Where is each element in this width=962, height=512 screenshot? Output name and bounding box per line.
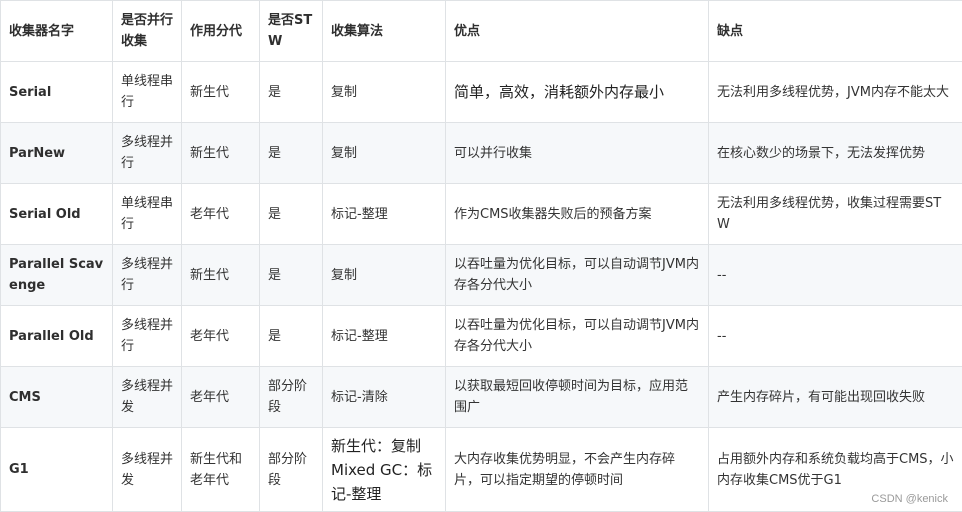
cell-name: Parallel Scavenge: [1, 245, 113, 306]
watermark: CSDN @kenick: [871, 493, 948, 505]
cell-parallel: 单线程串行: [113, 62, 182, 123]
cell-algorithm: 复制: [323, 245, 446, 306]
header-stw: 是否STW: [260, 1, 323, 62]
cell-cons: 无法利用多线程优势，收集过程需要STW: [709, 184, 962, 245]
header-cons: 缺点: [709, 1, 962, 62]
cell-algorithm: 标记-清除: [323, 367, 446, 428]
cell-pros: 以吞吐量为优化目标，可以自动调节JVM内存各分代大小: [446, 306, 709, 367]
cell-algorithm: 标记-整理: [323, 184, 446, 245]
table-row: Parallel Scavenge 多线程并行 新生代 是 复制 以吞吐量为优化…: [1, 245, 962, 306]
cell-pros: 作为CMS收集器失败后的预备方案: [446, 184, 709, 245]
cell-cons: 产生内存碎片，有可能出现回收失败: [709, 367, 962, 428]
cell-algorithm: 复制: [323, 62, 446, 123]
cell-parallel: 单线程串行: [113, 184, 182, 245]
cell-stw: 是: [260, 184, 323, 245]
cell-generation: 新生代: [182, 245, 260, 306]
header-row: 收集器名字 是否并行收集 作用分代 是否STW 收集算法 优点 缺点: [1, 1, 962, 62]
header-collector-name: 收集器名字: [1, 1, 113, 62]
cell-name: G1: [1, 428, 113, 512]
cell-cons: --: [709, 245, 962, 306]
header-parallel: 是否并行收集: [113, 1, 182, 62]
table-row: Parallel Old 多线程并行 老年代 是 标记-整理 以吞吐量为优化目标…: [1, 306, 962, 367]
header-algorithm: 收集算法: [323, 1, 446, 62]
cell-generation: 新生代和老年代: [182, 428, 260, 512]
cell-generation: 老年代: [182, 184, 260, 245]
cell-pros: 大内存收集优势明显，不会产生内存碎片，可以指定期望的停顿时间: [446, 428, 709, 512]
cell-pros: 可以并行收集: [446, 123, 709, 184]
cell-parallel: 多线程并行: [113, 306, 182, 367]
cell-generation: 老年代: [182, 367, 260, 428]
cell-name: CMS: [1, 367, 113, 428]
cell-generation: 新生代: [182, 123, 260, 184]
cell-name: Serial: [1, 62, 113, 123]
cell-parallel: 多线程并发: [113, 428, 182, 512]
cell-generation: 新生代: [182, 62, 260, 123]
header-generation: 作用分代: [182, 1, 260, 62]
cell-generation: 老年代: [182, 306, 260, 367]
cell-stw: 部分阶段: [260, 367, 323, 428]
cell-parallel: 多线程并行: [113, 245, 182, 306]
cell-name: Parallel Old: [1, 306, 113, 367]
cell-pros: 简单，高效，消耗额外内存最小: [446, 62, 709, 123]
cell-name: ParNew: [1, 123, 113, 184]
cell-pros: 以获取最短回收停顿时间为目标，应用范围广: [446, 367, 709, 428]
cell-stw: 是: [260, 245, 323, 306]
table-row: ParNew 多线程并行 新生代 是 复制 可以并行收集 在核心数少的场景下，无…: [1, 123, 962, 184]
cell-algorithm: 复制: [323, 123, 446, 184]
cell-pros: 以吞吐量为优化目标，可以自动调节JVM内存各分代大小: [446, 245, 709, 306]
cell-stw: 是: [260, 62, 323, 123]
cell-stw: 部分阶段: [260, 428, 323, 512]
gc-collector-table: 收集器名字 是否并行收集 作用分代 是否STW 收集算法 优点 缺点 Seria…: [0, 0, 962, 512]
cell-cons: 在核心数少的场景下，无法发挥优势: [709, 123, 962, 184]
cell-cons: 无法利用多线程优势，JVM内存不能太大: [709, 62, 962, 123]
cell-stw: 是: [260, 306, 323, 367]
cell-parallel: 多线程并发: [113, 367, 182, 428]
cell-stw: 是: [260, 123, 323, 184]
table-row: Serial 单线程串行 新生代 是 复制 简单，高效，消耗额外内存最小 无法利…: [1, 62, 962, 123]
cell-cons: --: [709, 306, 962, 367]
cell-algorithm: 标记-整理: [323, 306, 446, 367]
table-row: CMS 多线程并发 老年代 部分阶段 标记-清除 以获取最短回收停顿时间为目标，…: [1, 367, 962, 428]
cell-parallel: 多线程并行: [113, 123, 182, 184]
table-row: Serial Old 单线程串行 老年代 是 标记-整理 作为CMS收集器失败后…: [1, 184, 962, 245]
table-row: G1 多线程并发 新生代和老年代 部分阶段 新生代：复制 Mixed GC：标记…: [1, 428, 962, 512]
cell-algorithm: 新生代：复制 Mixed GC：标记-整理: [323, 428, 446, 512]
header-pros: 优点: [446, 1, 709, 62]
cell-name: Serial Old: [1, 184, 113, 245]
